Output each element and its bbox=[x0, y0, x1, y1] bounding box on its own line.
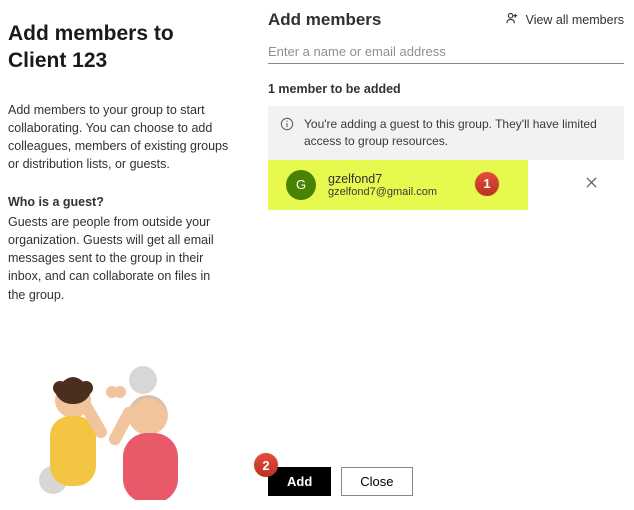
guest-subheading: Who is a guest? bbox=[8, 195, 230, 209]
panel-heading: Add members to Client 123 bbox=[8, 20, 230, 75]
guest-description: Guests are people from outside your orga… bbox=[8, 213, 230, 304]
member-avatar: G bbox=[286, 170, 316, 200]
dialog-footer: 2 Add Close bbox=[250, 457, 634, 510]
panel-title: Add members bbox=[268, 10, 381, 30]
people-icon bbox=[505, 11, 520, 29]
member-name: gzelfond7 bbox=[328, 172, 437, 186]
annotation-callout-2: 2 bbox=[254, 453, 278, 477]
remove-member-button[interactable] bbox=[585, 176, 598, 192]
panel-header: Add members View all members bbox=[250, 10, 634, 30]
guest-info-banner: You're adding a guest to this group. The… bbox=[268, 106, 624, 160]
member-search-input[interactable] bbox=[268, 40, 624, 64]
panel-description: Add members to your group to start colla… bbox=[8, 101, 230, 174]
info-icon bbox=[280, 116, 294, 150]
add-button[interactable]: Add bbox=[268, 467, 331, 496]
view-all-label: View all members bbox=[526, 13, 624, 27]
member-text: gzelfond7 gzelfond7@gmail.com bbox=[328, 172, 437, 198]
view-all-members-link[interactable]: View all members bbox=[505, 11, 624, 29]
people-illustration bbox=[8, 350, 228, 500]
pending-count: 1 member to be added bbox=[268, 82, 624, 96]
member-email: gzelfond7@gmail.com bbox=[328, 186, 437, 198]
info-text: You're adding a guest to this group. The… bbox=[304, 116, 612, 150]
annotation-callout-1: 1 bbox=[475, 172, 499, 196]
search-input-wrap bbox=[268, 40, 624, 64]
pending-member-row-wrap: G gzelfond7 gzelfond7@gmail.com 1 bbox=[250, 160, 634, 210]
close-button[interactable]: Close bbox=[341, 467, 412, 496]
add-members-panel: Add members View all members 1 member to… bbox=[250, 0, 634, 510]
info-panel: Add members to Client 123 Add members to… bbox=[0, 0, 250, 510]
